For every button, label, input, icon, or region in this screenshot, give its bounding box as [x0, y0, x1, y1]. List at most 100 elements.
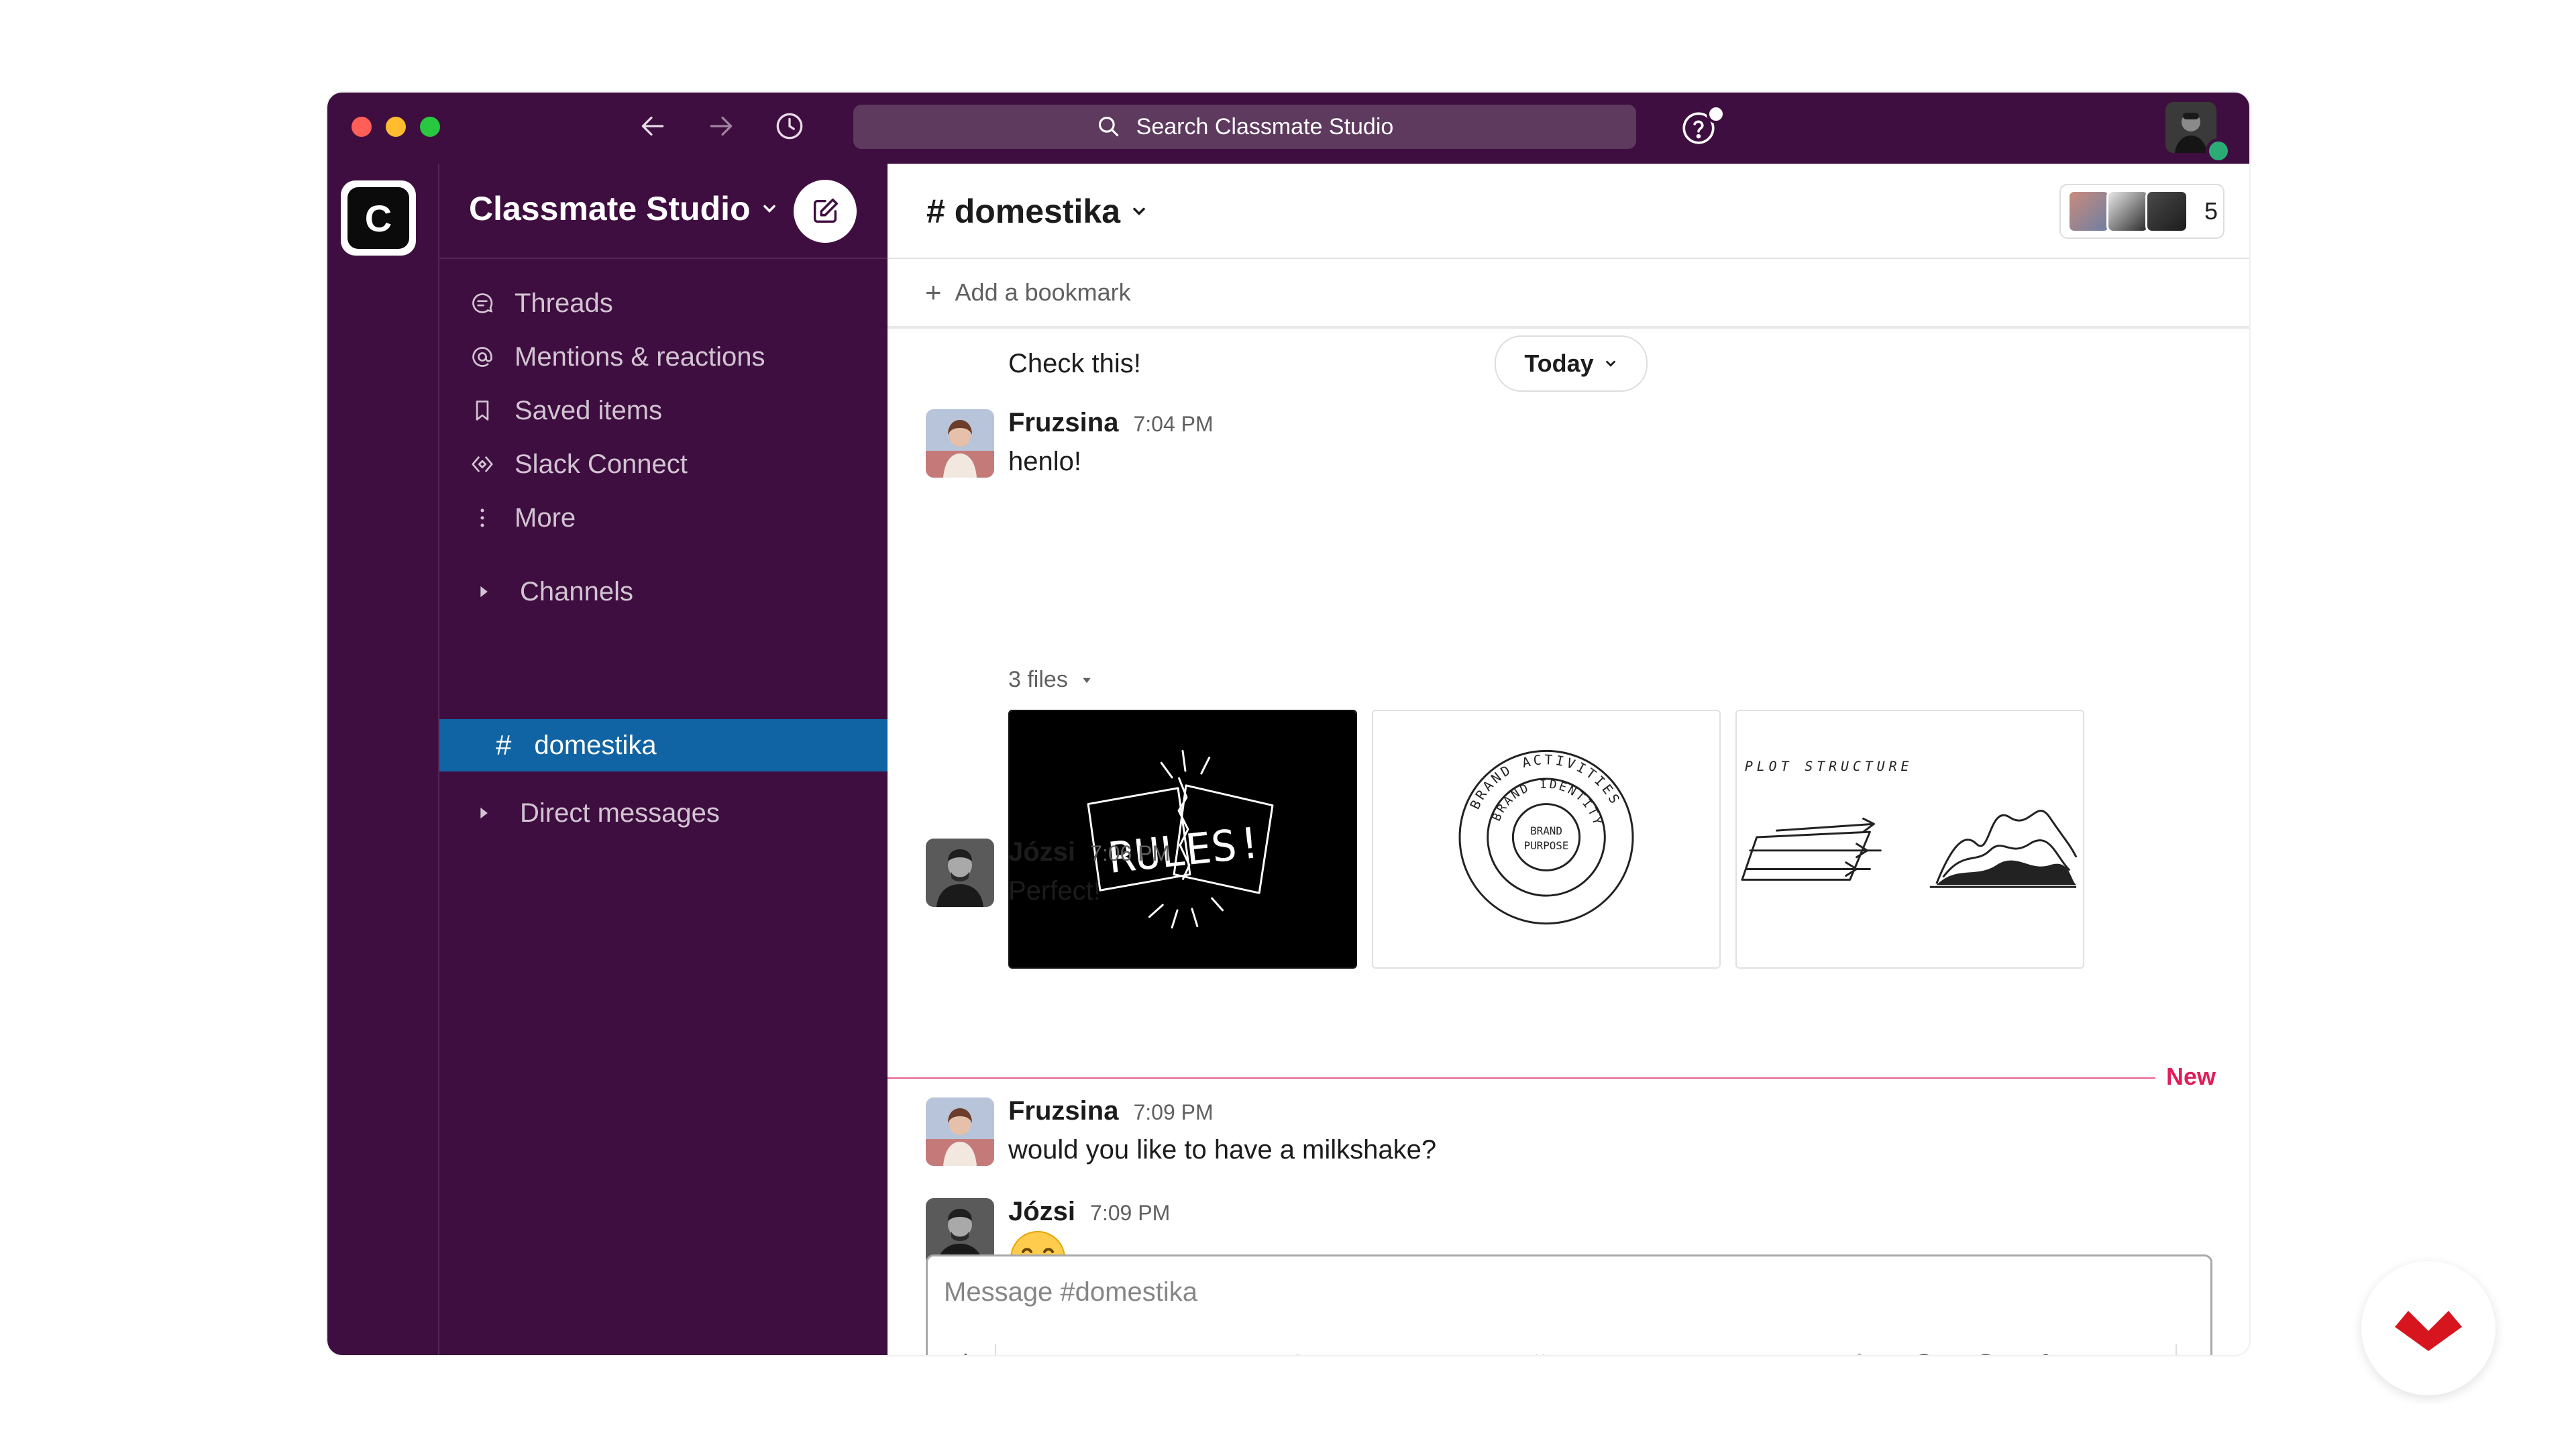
sidebar-item-slack-connect[interactable]: Slack Connect: [439, 440, 888, 488]
chevron-down-icon: [1605, 360, 1615, 367]
workspace-name-button[interactable]: Classmate Studio: [469, 189, 779, 228]
chevron-down-icon: [763, 205, 775, 213]
workspace-header: Classmate Studio: [439, 164, 888, 259]
workspace-name: Classmate Studio: [469, 190, 751, 227]
at-icon: [469, 343, 496, 370]
message-header: Józsi 7:09 PM: [1008, 1197, 1170, 1227]
message-header: Józsi 7:06 PM: [1008, 837, 1170, 867]
channel-header: # domestika 5: [888, 164, 2249, 259]
online-status-dot: [2206, 138, 2231, 164]
compose-button[interactable]: [794, 180, 857, 243]
sidebar-item-threads[interactable]: Threads: [439, 279, 888, 327]
message-author[interactable]: Józsi: [1008, 1197, 1075, 1227]
thumb-ring-inner-text-2: PURPOSE: [1524, 839, 1569, 852]
member-avatar: [2068, 190, 2110, 233]
code-block-icon[interactable]: [1523, 1348, 1557, 1355]
domestika-logo-icon: [2395, 1311, 2462, 1351]
message-time[interactable]: 7:04 PM: [1133, 412, 1213, 437]
ordered-list-icon[interactable]: [1338, 1348, 1372, 1355]
send-options-chevron-icon[interactable]: [2180, 1348, 2213, 1355]
avatar-jozsi[interactable]: [926, 839, 994, 907]
file-thumbnail-brand-rings[interactable]: BRAND ACTIVITIES BRAND IDENTITY BRAND PU…: [1372, 710, 1721, 969]
mention-at-icon[interactable]: [1907, 1348, 1941, 1355]
main-pane: # domestika 5 + Add a bookmark Check thi…: [888, 164, 2249, 1355]
sidebar-item-more[interactable]: More: [439, 494, 888, 542]
new-messages-label: New: [2155, 1063, 2216, 1091]
compose-icon: [813, 199, 838, 223]
caret-down-icon: [1082, 678, 1091, 683]
back-arrow-icon[interactable]: [636, 109, 669, 143]
emoji-smiley-icon[interactable]: [1969, 1348, 2002, 1355]
message-author[interactable]: Fruzsina: [1008, 408, 1118, 438]
workspace-rail: C: [327, 164, 439, 1355]
message-time[interactable]: 7:09 PM: [1133, 1100, 1213, 1125]
search-placeholder: Search Classmate Studio: [1136, 113, 1394, 140]
avatar-fruzsina[interactable]: [926, 1097, 994, 1166]
message-text: henlo!: [1008, 447, 1081, 476]
channel-title-button[interactable]: # domestika: [926, 192, 1148, 231]
chevron-down-icon: [1133, 207, 1145, 215]
connect-icon: [469, 451, 496, 478]
member-avatar: [2106, 190, 2149, 233]
message-header: Fruzsina 7:09 PM: [1008, 1096, 1214, 1126]
threads-icon: [469, 290, 496, 317]
sidebar-item-saved[interactable]: Saved items: [439, 386, 888, 435]
message-input[interactable]: [943, 1271, 2019, 1313]
strikethrough-icon[interactable]: [1153, 1348, 1187, 1355]
file-thumbnail-plot-structure[interactable]: PLOT STRUCTURE: [1735, 710, 2084, 969]
thumb-ring-inner-text-1: BRAND: [1530, 824, 1562, 837]
message-text: Perfect!: [1008, 876, 1101, 906]
workspace-initial: C: [347, 187, 409, 249]
app-window: Search Classmate Studio C Classmate Stud…: [327, 93, 2249, 1355]
message-text: Check this!: [1008, 349, 1141, 378]
search-bar[interactable]: Search Classmate Studio: [853, 105, 1636, 149]
date-label: Today: [1524, 350, 1594, 377]
italic-icon[interactable]: [1091, 1348, 1125, 1355]
member-avatar: [2145, 190, 2188, 233]
send-icon[interactable]: [2111, 1348, 2145, 1355]
blockquote-icon[interactable]: [1462, 1348, 1495, 1355]
message-text: would you like to have a milkshake?: [1008, 1135, 1437, 1165]
workspace-switcher[interactable]: C: [341, 180, 416, 256]
sidebar-item-label: Mentions & reactions: [515, 341, 765, 372]
history-clock-icon[interactable]: [773, 109, 806, 143]
message-header: Fruzsina 7:04 PM: [1008, 408, 1214, 438]
formatting-toggle[interactable]: Aa: [1851, 1349, 1882, 1355]
sidebar-item-label: Slack Connect: [515, 449, 688, 479]
message-author[interactable]: Józsi: [1008, 837, 1075, 867]
toolbar-divider: [995, 1344, 996, 1355]
more-vertical-icon: [469, 504, 496, 531]
add-bookmark-button[interactable]: + Add a bookmark: [888, 259, 2249, 329]
caret-right-icon: [480, 807, 488, 819]
sidebar-item-label: Saved items: [515, 395, 663, 425]
sidebar: Classmate Studio Threads Mentions & reac…: [439, 164, 888, 1355]
files-toggle[interactable]: 3 files: [1008, 667, 1093, 693]
close-window-button[interactable]: [352, 117, 372, 137]
sidebar-section-channels[interactable]: Channels: [439, 568, 888, 616]
avatar-fruzsina[interactable]: [926, 409, 994, 478]
forward-arrow-icon[interactable]: [704, 109, 738, 143]
bookmark-icon: [469, 397, 496, 424]
sidebar-item-mentions[interactable]: Mentions & reactions: [439, 333, 888, 381]
minimize-window-button[interactable]: [386, 117, 406, 137]
section-label: Channels: [520, 576, 634, 606]
domestika-logo-badge: [2361, 1261, 2496, 1395]
date-jump-button[interactable]: Today: [1495, 335, 1648, 392]
toolbar-divider: [2176, 1344, 2177, 1355]
sidebar-section-direct-messages[interactable]: Direct messages: [439, 789, 888, 837]
message-time[interactable]: 7:06 PM: [1090, 841, 1170, 866]
link-icon[interactable]: [1277, 1348, 1310, 1355]
code-icon[interactable]: [1215, 1348, 1248, 1355]
members-button[interactable]: 5: [2059, 184, 2224, 239]
zoom-window-button[interactable]: [420, 117, 440, 137]
message-time[interactable]: 7:09 PM: [1090, 1201, 1170, 1226]
message-composer: Aa: [926, 1254, 2212, 1355]
sidebar-item-label: Threads: [515, 288, 613, 318]
attachment-paperclip-icon[interactable]: [2031, 1348, 2064, 1355]
bold-icon[interactable]: [1030, 1348, 1063, 1355]
sidebar-item-channel-domestika[interactable]: # domestika: [439, 719, 888, 771]
shortcuts-lightning-icon[interactable]: [948, 1348, 981, 1355]
message-author[interactable]: Fruzsina: [1008, 1096, 1118, 1126]
channel-label: domestika: [534, 730, 657, 760]
bulleted-list-icon[interactable]: [1400, 1348, 1434, 1355]
